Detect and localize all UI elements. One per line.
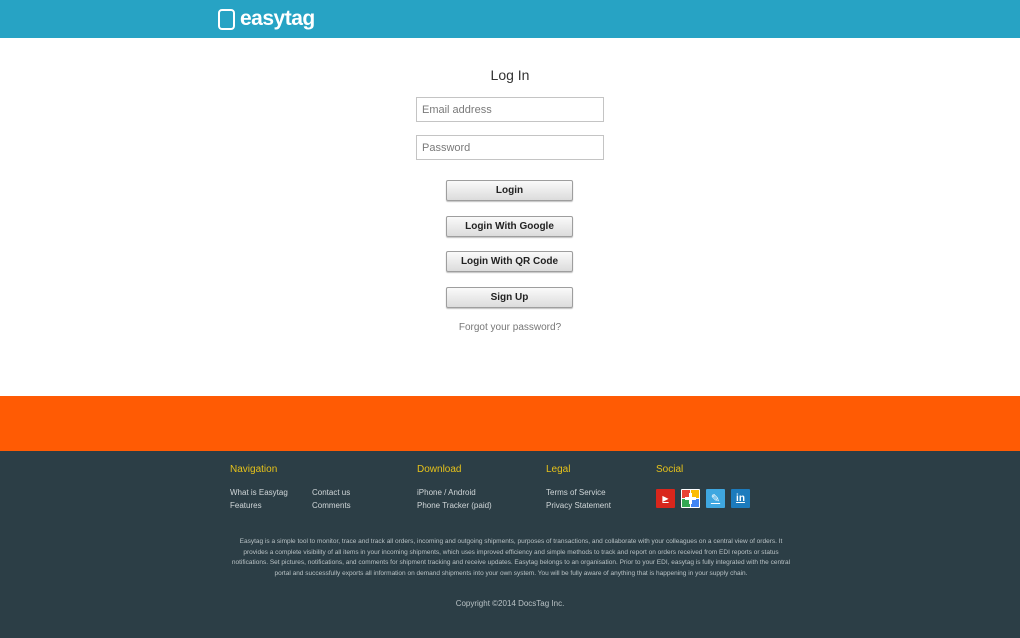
- footer-link-iphone-android[interactable]: iPhone / Android: [417, 488, 476, 497]
- footer-heading-legal: Legal: [546, 464, 571, 475]
- login-button[interactable]: Login: [446, 180, 573, 201]
- email-field[interactable]: [416, 97, 604, 122]
- footer-link-phone-tracker[interactable]: Phone Tracker (paid): [417, 501, 492, 510]
- footer-heading-social: Social: [656, 464, 684, 475]
- youtube-icon[interactable]: ▶: [656, 489, 675, 508]
- login-with-google-button[interactable]: Login With Google: [446, 216, 573, 237]
- linkedin-icon[interactable]: in: [731, 489, 750, 508]
- footer-link-privacy-statement[interactable]: Privacy Statement: [546, 501, 611, 510]
- footer-heading-download: Download: [417, 464, 462, 475]
- forgot-password-link[interactable]: Forgot your password?: [410, 322, 610, 333]
- footer-link-terms-of-service[interactable]: Terms of Service: [546, 488, 606, 497]
- password-field[interactable]: [416, 135, 604, 160]
- google-plus-icon[interactable]: [681, 489, 700, 508]
- footer-link-comments[interactable]: Comments: [312, 501, 351, 510]
- copyright-text: Copyright ©2014 DocsTag Inc.: [455, 599, 565, 608]
- footer-link-contact-us[interactable]: Contact us: [312, 488, 350, 497]
- orange-band: [0, 396, 1020, 451]
- footer-link-what-is-easytag[interactable]: What is Easytag: [230, 488, 288, 497]
- easytag-logo-icon: [218, 8, 235, 30]
- blog-icon[interactable]: ✎: [706, 489, 725, 508]
- top-bar: easytag: [0, 0, 1020, 38]
- login-panel: Log In Login Login With Google Login Wit…: [0, 38, 1020, 396]
- logo-text: easytag: [240, 7, 315, 30]
- sign-up-button[interactable]: Sign Up: [446, 287, 573, 308]
- page-title: Log In: [490, 67, 530, 83]
- about-text: Easytag is a simple tool to monitor, tra…: [231, 538, 791, 577]
- login-with-qr-code-button[interactable]: Login With QR Code: [446, 251, 573, 272]
- google-plus-icon-graphic: [682, 490, 699, 507]
- footer-heading-navigation: Navigation: [230, 464, 278, 475]
- footer-link-features[interactable]: Features: [230, 501, 262, 510]
- easytag-logo[interactable]: easytag: [218, 6, 315, 32]
- footer: Navigation What is Easytag Features Cont…: [0, 451, 1020, 638]
